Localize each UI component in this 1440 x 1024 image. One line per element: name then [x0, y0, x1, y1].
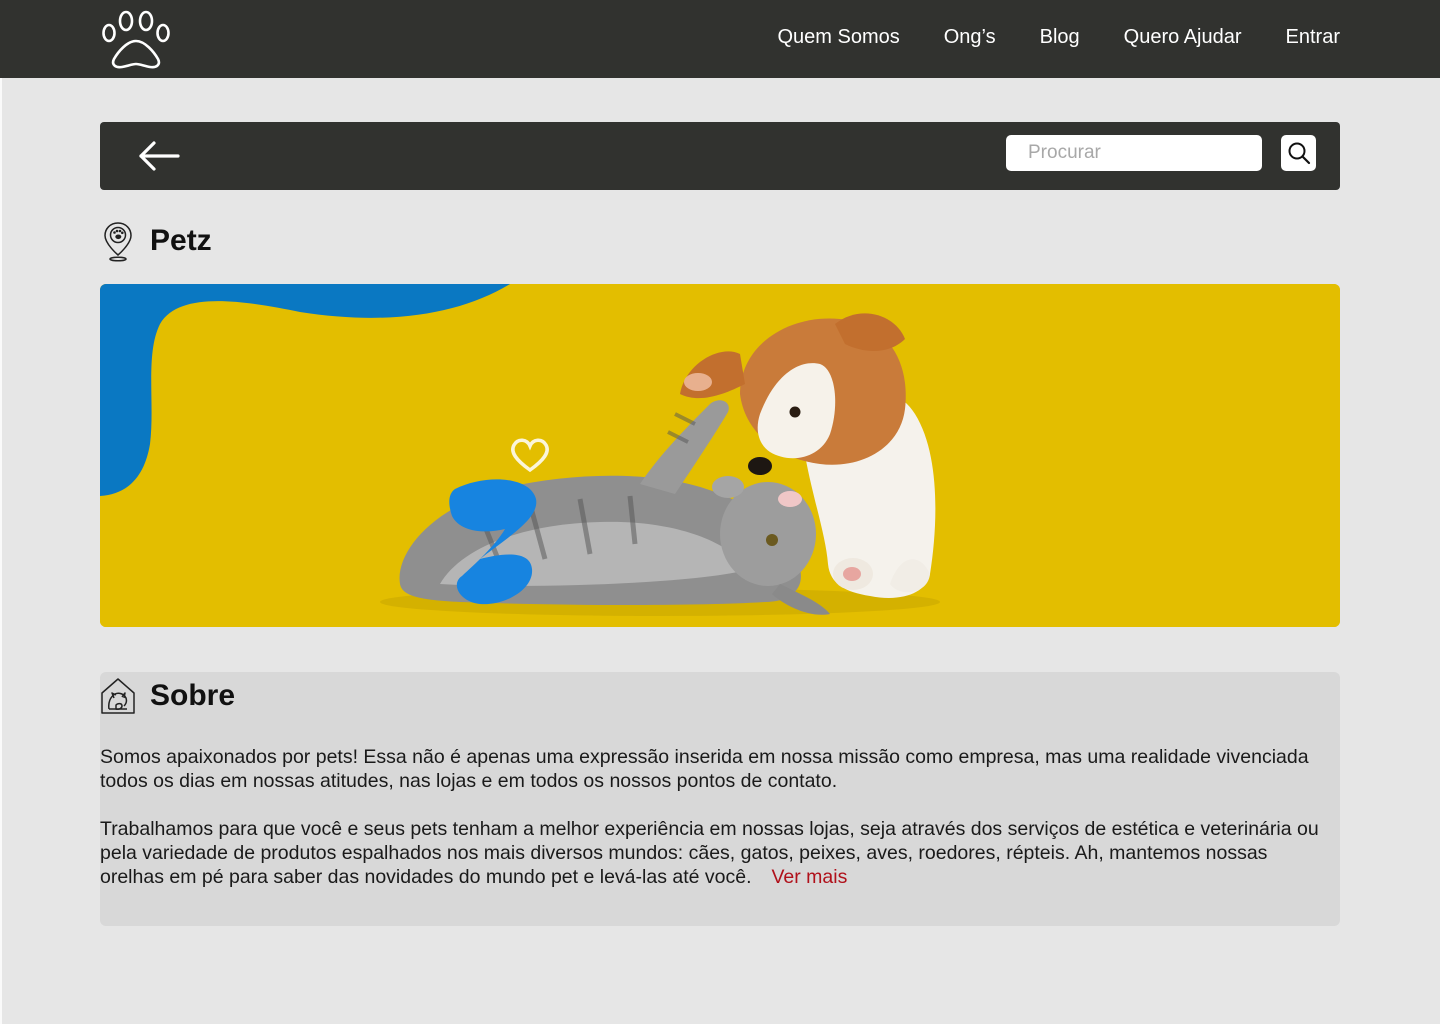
search-input[interactable]: [1006, 135, 1262, 171]
about-header: Sobre: [100, 674, 235, 718]
ver-mais-link[interactable]: Ver mais: [772, 866, 848, 888]
search-icon: [1288, 142, 1310, 165]
paw-logo-icon[interactable]: [101, 8, 173, 70]
search-toolbar: [100, 122, 1340, 190]
pet-house-icon: [101, 678, 135, 714]
nav-link-entrar[interactable]: Entrar: [1286, 26, 1340, 49]
store-header: Petz: [100, 220, 212, 262]
about-paragraph-2: Trabalhamos para que você e seus pets te…: [100, 818, 1319, 888]
about-body: Somos apaixonados por pets! Essa não é a…: [100, 745, 1330, 889]
arrow-left-icon[interactable]: [136, 139, 182, 173]
page-edge: [0, 0, 2, 1024]
nav-link-ongs[interactable]: Ong’s: [944, 26, 996, 49]
about-title: Sobre: [150, 679, 236, 712]
store-banner-image: [100, 284, 1340, 627]
search-button[interactable]: [1281, 135, 1316, 171]
about-paragraph-2-wrapper: Trabalhamos para que você e seus pets te…: [100, 817, 1330, 889]
store-name: Petz: [150, 224, 212, 257]
main-nav: Quem Somos Ong’s Blog Quero Ajudar Entra…: [777, 0, 1340, 74]
about-section: Sobre Somos apaixonados por pets! Essa n…: [100, 672, 1340, 926]
nav-link-blog[interactable]: Blog: [1040, 26, 1080, 49]
top-navbar: Quem Somos Ong’s Blog Quero Ajudar Entra…: [0, 0, 1440, 78]
about-paragraph-1: Somos apaixonados por pets! Essa não é a…: [100, 746, 1309, 792]
cat-and-puppy-illustration: [100, 284, 1340, 627]
nav-link-quem-somos[interactable]: Quem Somos: [777, 26, 899, 49]
nav-link-quero-ajudar[interactable]: Quero Ajudar: [1124, 26, 1242, 49]
location-pin-paw-icon: [104, 222, 132, 262]
